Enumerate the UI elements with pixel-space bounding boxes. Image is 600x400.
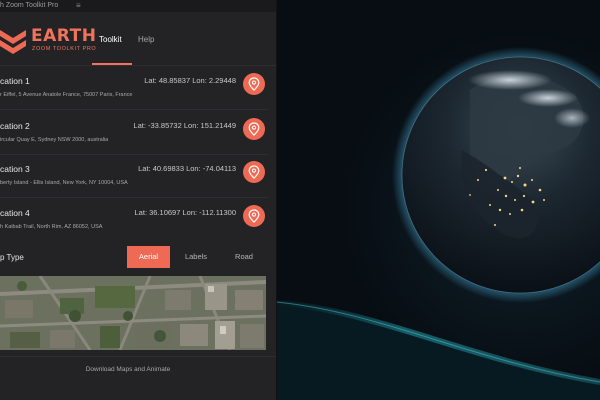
brand-subtitle: ZOOM TOOLKIT PRO xyxy=(32,46,97,52)
location-row[interactable]: cation 1 Lat: 48.85837 Lon: 2.29448 r Ei… xyxy=(0,70,276,114)
map-pin-icon xyxy=(248,122,260,136)
row-divider xyxy=(0,197,268,198)
location-coords: Lat: 36.10697 Lon: -112.11300 xyxy=(134,208,236,217)
download-maps-button[interactable]: Download Maps and Animate xyxy=(0,366,256,373)
location-name: cation 3 xyxy=(0,164,30,174)
tab-help[interactable]: Help xyxy=(138,35,154,55)
location-address: berty Island - Ellis Island, New York, N… xyxy=(0,180,128,186)
map-type-labels-button[interactable]: Labels xyxy=(175,246,217,268)
row-divider xyxy=(0,154,268,155)
panel-header: EARTH ZOOM TOOLKIT PRO Toolkit Help xyxy=(0,12,276,66)
location-row[interactable]: cation 2 Lat: -33.85732 Lon: 151.21449 i… xyxy=(0,115,276,159)
map-pin-icon xyxy=(248,77,260,91)
location-coords: Lat: -33.85732 Lon: 151.21449 xyxy=(133,121,236,130)
location-name: cation 2 xyxy=(0,121,30,131)
window-title: h Zoom Toolkit Pro xyxy=(0,2,59,9)
go-to-location-button[interactable] xyxy=(243,118,265,140)
location-address: ircular Quay E, Sydney NSW 2000, austral… xyxy=(0,137,109,143)
go-to-location-button[interactable] xyxy=(243,73,265,95)
footer-divider xyxy=(0,356,276,357)
chevron-logo-icon xyxy=(0,30,26,54)
location-name: cation 4 xyxy=(0,208,30,218)
tab-toolkit[interactable]: Toolkit xyxy=(99,35,122,55)
map-type-label: p Type xyxy=(0,253,24,262)
brand-logo: EARTH ZOOM TOOLKIT PRO xyxy=(0,26,100,60)
window-titlebar: h Zoom Toolkit Pro ≡ xyxy=(0,0,276,12)
toolkit-panel: h Zoom Toolkit Pro ≡ EARTH ZOOM TOOLKIT … xyxy=(0,0,277,400)
location-row[interactable]: cation 3 Lat: 40.69833 Lon: -74.04113 be… xyxy=(0,158,276,202)
location-name: cation 1 xyxy=(0,76,30,86)
location-coords: Lat: 40.69833 Lon: -74.04113 xyxy=(138,164,236,173)
aerial-map-image xyxy=(0,276,266,350)
location-address: h Kaibab Trail, North Rim, AZ 86052, USA xyxy=(0,224,103,230)
location-row[interactable]: cation 4 Lat: 36.10697 Lon: -112.11300 h… xyxy=(0,202,276,246)
aerial-map-preview[interactable] xyxy=(0,276,266,350)
go-to-location-button[interactable] xyxy=(243,205,265,227)
go-to-location-button[interactable] xyxy=(243,161,265,183)
location-coords: Lat: 48.85837 Lon: 2.29448 xyxy=(144,76,236,85)
map-pin-icon xyxy=(248,209,260,223)
map-pin-icon xyxy=(248,165,260,179)
header-divider xyxy=(0,65,276,66)
hamburger-menu-icon[interactable]: ≡ xyxy=(76,0,81,12)
screen: h Zoom Toolkit Pro ≡ EARTH ZOOM TOOLKIT … xyxy=(0,0,600,400)
location-address: r Eiffel, 5 Avenue Anatole France, 75007… xyxy=(0,92,133,98)
brand-name: EARTH xyxy=(31,26,97,46)
map-type-aerial-button[interactable]: Aerial xyxy=(127,246,170,268)
map-type-road-button[interactable]: Road xyxy=(222,246,266,268)
row-divider xyxy=(0,109,268,110)
